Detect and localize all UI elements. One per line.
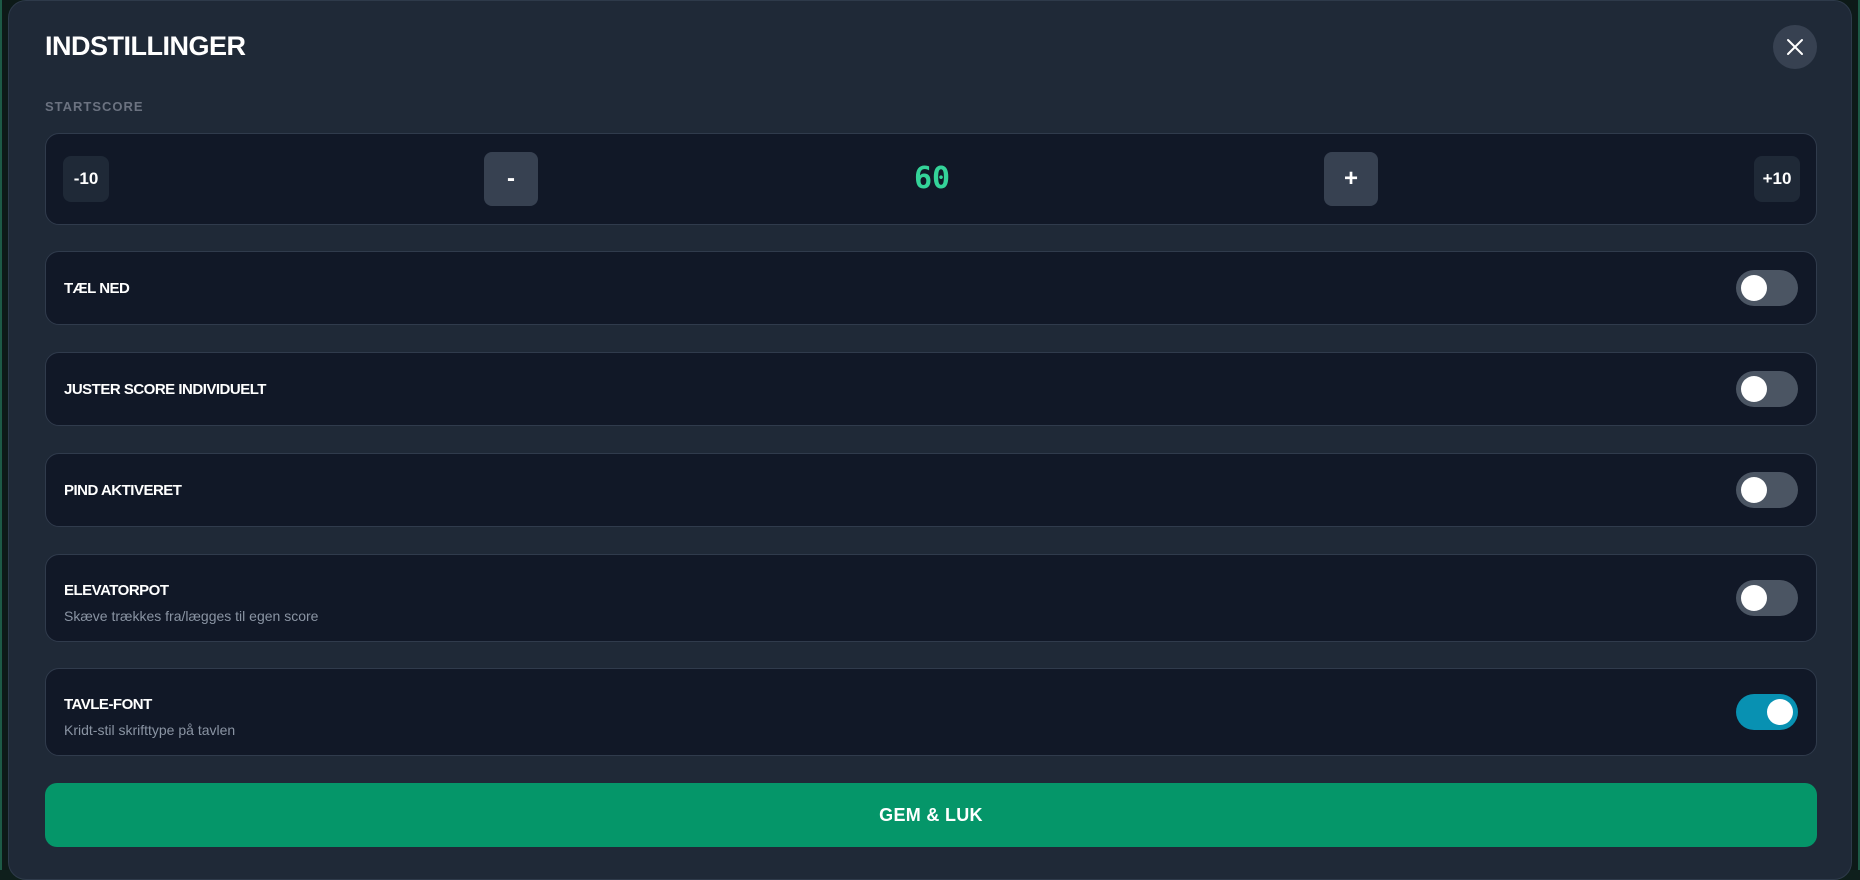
setting-label: ELEVATORPOT: [64, 582, 169, 599]
setting-label: JUSTER SCORE INDIVIDUELT: [64, 381, 266, 398]
adjust-individually-toggle[interactable]: [1736, 371, 1798, 407]
board-font-toggle[interactable]: [1736, 694, 1798, 730]
count-down-toggle[interactable]: [1736, 270, 1798, 306]
toggle-knob: [1741, 585, 1767, 611]
setting-label: TÆL NED: [64, 280, 130, 297]
setting-row-adjust-individually: JUSTER SCORE INDIVIDUELT: [45, 352, 1817, 426]
setting-row-board-font: TAVLE-FONT Kridt-stil skrifttype på tavl…: [45, 668, 1817, 756]
pind-toggle[interactable]: [1736, 472, 1798, 508]
plus-one-button[interactable]: +: [1324, 152, 1378, 206]
elevatorpot-toggle[interactable]: [1736, 580, 1798, 616]
start-score-row: -10 - 60 + +10: [45, 133, 1817, 225]
start-score-label: STARTSCORE: [45, 99, 144, 114]
settings-modal: INDSTILLINGER STARTSCORE -10 - 60 + +10 …: [8, 0, 1852, 880]
close-button[interactable]: [1773, 25, 1817, 69]
modal-title: INDSTILLINGER: [45, 31, 246, 61]
setting-label: PIND AKTIVERET: [64, 482, 182, 499]
start-score-value: 60: [913, 161, 951, 196]
setting-description: Kridt-stil skrifttype på tavlen: [64, 722, 236, 738]
setting-description: Skæve trækkes fra/lægges til egen score: [64, 608, 319, 624]
save-and-close-button[interactable]: GEM & LUK: [45, 783, 1817, 847]
toggle-knob: [1767, 699, 1793, 725]
setting-row-elevatorpot: ELEVATORPOT Skæve trækkes fra/lægges til…: [45, 554, 1817, 642]
toggle-knob: [1741, 275, 1767, 301]
close-icon: [1787, 39, 1803, 55]
plus-ten-button[interactable]: +10: [1754, 156, 1800, 202]
toggle-knob: [1741, 477, 1767, 503]
setting-row-pind: PIND AKTIVERET: [45, 453, 1817, 527]
toggle-knob: [1741, 376, 1767, 402]
backdrop-edge-left: [0, 0, 8, 870]
backdrop-edge-right: [1852, 0, 1860, 870]
setting-label: TAVLE-FONT: [64, 696, 152, 713]
setting-row-count-down: TÆL NED: [45, 251, 1817, 325]
